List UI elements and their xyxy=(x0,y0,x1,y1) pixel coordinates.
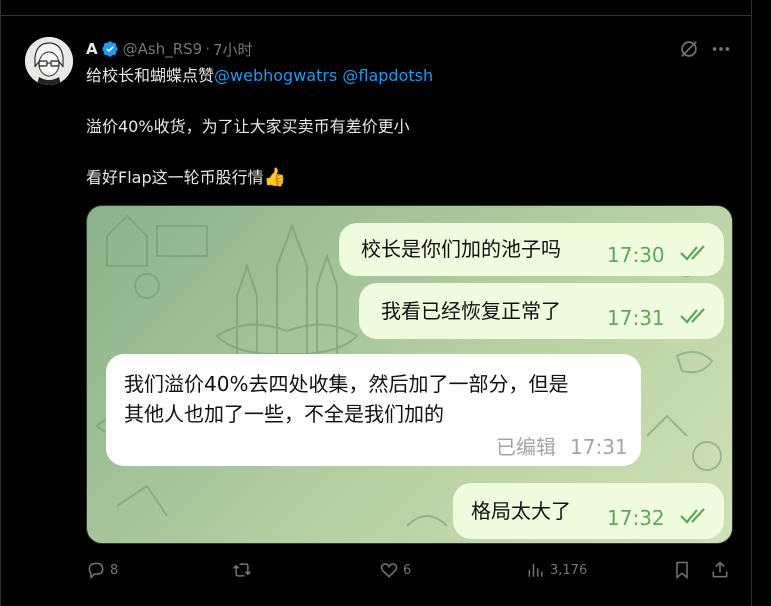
chat-bubble-outgoing: 格局太大了 17:32 xyxy=(453,483,724,539)
reply-count: 8 xyxy=(110,562,119,578)
chat-message-time: 17:32 xyxy=(607,506,665,530)
chat-message-text: 格局太大了 xyxy=(471,499,571,523)
post-header: A @Ash_RS9 · 7小时 xyxy=(86,38,253,60)
post-border-right xyxy=(751,0,752,606)
read-ticks-icon xyxy=(680,308,705,324)
chat-message-time: 17:30 xyxy=(607,243,665,267)
divider xyxy=(0,15,752,16)
read-ticks-icon xyxy=(680,245,705,261)
chat-message-text: 我们溢价40%去四处收集，然后加了一部分，但是 xyxy=(124,372,569,396)
bookmark-button[interactable] xyxy=(672,560,696,580)
chat-message-time: 17:31 xyxy=(570,435,628,459)
post-text-line-3: 看好Flap这一轮币股行情👍 xyxy=(86,167,286,189)
verified-badge-icon xyxy=(101,41,118,57)
post-text-line-2: 溢价40%收货，为了让大家买卖币有差价更小 xyxy=(86,117,410,136)
author-name[interactable]: A xyxy=(86,40,98,58)
separator: · xyxy=(205,40,210,58)
post-text: 看好Flap这一轮币股行情 xyxy=(86,168,264,187)
repost-icon xyxy=(233,563,251,577)
views-button[interactable]: 3,176 xyxy=(526,560,587,580)
avatar[interactable] xyxy=(25,37,73,85)
chat-bubble-outgoing: 我看已经恢复正常了 17:31 xyxy=(359,283,724,339)
author-handle[interactable]: @Ash_RS9 xyxy=(123,40,203,58)
grok-icon[interactable] xyxy=(678,38,700,60)
thumbs-up-icon: 👍 xyxy=(263,167,287,188)
action-bar: 8 6 3,176 xyxy=(86,560,736,584)
more-icon[interactable] xyxy=(710,38,732,60)
views-icon xyxy=(528,564,543,577)
reply-button[interactable]: 8 xyxy=(86,560,118,580)
mention-link[interactable]: @webhogwatrs xyxy=(214,66,337,85)
chat-bubble-incoming: 我们溢价40%去四处收集，然后加了一部分，但是 其他人也加了一些，不全是我们加的… xyxy=(106,354,641,466)
post-time[interactable]: 7小时 xyxy=(213,39,253,60)
repost-button[interactable] xyxy=(232,560,256,580)
mention-link[interactable]: @flapdotsh xyxy=(342,66,433,85)
chat-message-time: 17:31 xyxy=(607,306,665,330)
chat-message-text: 其他人也加了一些，不全是我们加的 xyxy=(124,402,444,426)
share-button[interactable] xyxy=(710,560,734,580)
share-icon xyxy=(712,561,728,578)
chat-message-text: 校长是你们加的池子吗 xyxy=(361,237,561,261)
post-text: 给校长和蝴蝶点赞 xyxy=(86,66,215,85)
chat-bubble-outgoing: 校长是你们加的池子吗 17:30 xyxy=(339,223,724,276)
views-count: 3,176 xyxy=(550,562,588,578)
reply-icon xyxy=(88,562,104,580)
like-count: 6 xyxy=(403,562,412,578)
media-image[interactable]: 校长是你们加的池子吗 17:30 我看已经恢复正常了 17:31 我们溢价40%… xyxy=(86,205,733,544)
like-button[interactable]: 6 xyxy=(379,560,411,580)
bookmark-icon xyxy=(676,561,688,580)
like-icon xyxy=(380,563,398,578)
post-text-line-1: 给校长和蝴蝶点赞@webhogwatrs @flapdotsh xyxy=(86,65,433,87)
chat-message-text: 我看已经恢复正常了 xyxy=(381,299,561,323)
post-border-left xyxy=(0,0,1,606)
chat-message-edited: 已编辑 xyxy=(496,435,556,459)
read-ticks-icon xyxy=(680,508,705,524)
